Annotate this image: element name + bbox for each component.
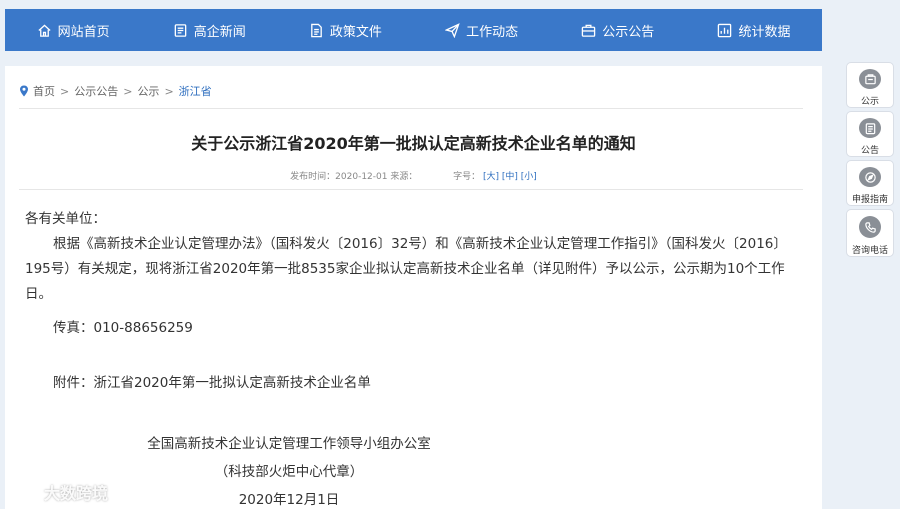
divider: [19, 189, 803, 190]
nav-item-label: 高企新闻: [193, 24, 246, 40]
chart-icon: [718, 23, 732, 37]
news-icon: [174, 23, 187, 37]
breadcrumb-announcements[interactable]: 公示公告: [74, 83, 118, 99]
notice-icon: [859, 69, 881, 89]
publish-info: 发布时间：2020-12-01 来源：: [290, 172, 418, 182]
side-button-publicity[interactable]: 公示: [846, 62, 894, 108]
nav-item-label: 网站首页: [57, 24, 110, 40]
briefcase-icon: [582, 24, 596, 37]
nav-item-statistics[interactable]: 统计数据: [686, 9, 822, 51]
salutation: 各有关单位：: [25, 211, 106, 227]
side-button-guide[interactable]: 申报指南: [846, 160, 894, 206]
watermark-text: 大数跨境: [44, 484, 109, 503]
location-pin-icon: [20, 85, 28, 97]
breadcrumb: 首页 > 公示公告 > 公示 > 浙江省: [19, 83, 212, 99]
font-size-small-button[interactable]: [小]: [521, 172, 537, 182]
article-panel: 首页 > 公示公告 > 公示 > 浙江省 关于公示浙江省2020年第一批拟认定高…: [5, 66, 822, 509]
signer-org: 全国高新技术企业认定管理工作领导小组办公室: [147, 436, 431, 452]
side-button-label: 公示: [860, 97, 879, 107]
fax-line: 传真：010-88656259: [53, 320, 193, 336]
top-navigation: 网站首页 高企新闻 政策文件 工作动态 公示公告 统计数据: [5, 9, 822, 51]
announcement-icon: [859, 118, 881, 138]
nav-item-work-news[interactable]: 工作动态: [414, 9, 550, 51]
breadcrumb-separator: >: [164, 84, 174, 98]
breadcrumb-home[interactable]: 首页: [33, 83, 55, 99]
signer-note: （科技部火炬中心代章）: [214, 464, 364, 480]
breadcrumb-separator: >: [60, 84, 70, 98]
nav-item-announcements[interactable]: 公示公告: [550, 9, 686, 51]
breadcrumb-current[interactable]: 浙江省: [179, 83, 212, 99]
font-size-medium-button[interactable]: [中]: [502, 172, 518, 182]
side-button-announcement[interactable]: 公告: [846, 111, 894, 157]
watermark-logo-icon: [10, 486, 38, 498]
body-paragraph: 根据《高新技术企业认定管理办法》（国科发火〔2016〕32号）和《高新技术企业认…: [25, 236, 787, 302]
watermark: 大数跨境: [8, 480, 108, 504]
nav-item-label: 统计数据: [738, 24, 791, 40]
nav-item-label: 工作动态: [466, 24, 519, 40]
compass-icon: [859, 167, 881, 187]
home-icon: [38, 23, 51, 37]
font-size-label: 字号：: [453, 172, 481, 182]
divider: [19, 108, 803, 109]
side-button-label: 公告: [860, 146, 879, 156]
nav-item-policy[interactable]: 政策文件: [277, 9, 413, 51]
side-button-label: 咨询电话: [851, 246, 888, 256]
breadcrumb-publicity[interactable]: 公示: [137, 83, 159, 99]
side-button-label: 申报指南: [851, 195, 888, 205]
phone-icon: [859, 216, 881, 238]
side-button-hotline[interactable]: 咨询电话: [846, 209, 894, 257]
nav-item-label: 公示公告: [602, 24, 655, 40]
attachment-link[interactable]: 附件：浙江省2020年第一批拟认定高新技术企业名单: [25, 371, 807, 396]
breadcrumb-separator: >: [123, 84, 133, 98]
sign-date: 2020年12月1日: [238, 492, 340, 508]
nav-item-home[interactable]: 网站首页: [5, 9, 141, 51]
font-size-large-button[interactable]: [大]: [483, 172, 499, 182]
nav-item-news[interactable]: 高企新闻: [141, 9, 277, 51]
send-icon: [445, 22, 460, 38]
article-title: 关于公示浙江省2020年第一批拟认定高新技术企业名单的通知: [191, 134, 636, 153]
nav-item-label: 政策文件: [329, 24, 382, 40]
document-icon: [311, 23, 322, 37]
article-meta: 发布时间：2020-12-01 来源： 字号： [大] [中] [小]: [5, 169, 822, 182]
